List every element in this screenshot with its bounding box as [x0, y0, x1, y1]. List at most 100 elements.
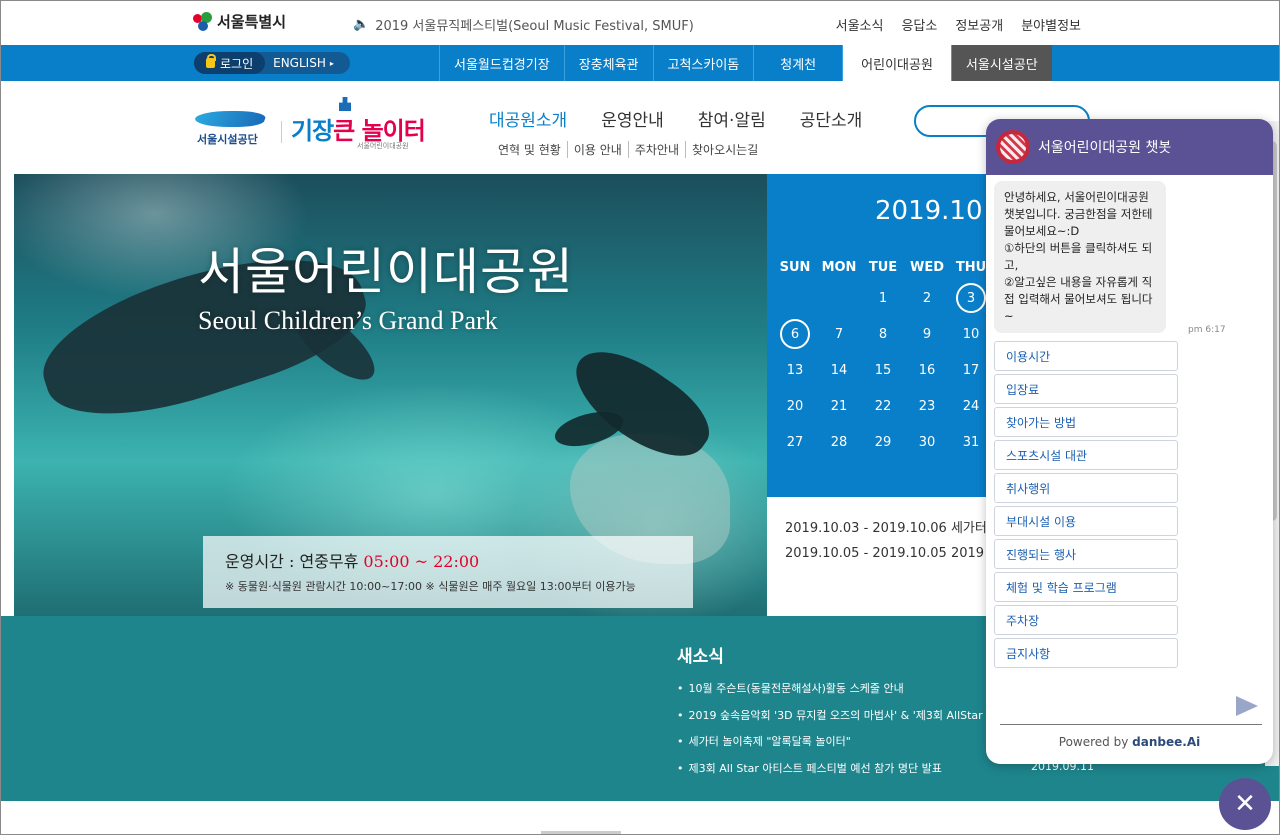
wave-logo-icon — [192, 111, 268, 127]
tab-seoul-facilities[interactable]: 서울시설공단 — [950, 45, 1052, 81]
quick-reply-programs[interactable]: 체험 및 학습 프로그램 — [994, 572, 1178, 602]
notice-text: 2019 서울뮤직페스티벌(Seoul Music Festival, SMUF… — [375, 19, 694, 34]
calendar-day — [817, 280, 861, 316]
venue-bar: 로그인 ENGLISH ▸ 서울월드컵경기장 장충체육관 고척스카이돔 청계천 … — [1, 45, 1279, 81]
chatbot-greeting: 안녕하세요, 서울어린이대공원 챗봇입니다. 궁금한점을 저한테 물어보세요~:… — [994, 181, 1166, 333]
subnav-usage[interactable]: 이용 안내 — [566, 141, 628, 158]
nav-corporation[interactable]: 공단소개 — [800, 106, 863, 131]
send-icon[interactable] — [1236, 696, 1258, 716]
tab-childrens-park[interactable]: 어린이대공원 — [842, 45, 951, 81]
tab-gocheok-skydome[interactable]: 고척스카이돔 — [652, 45, 754, 81]
park-logo[interactable]: 기장큰 놀이터 서울어린이대공원 — [291, 97, 431, 153]
calendar-day[interactable]: 30 — [905, 424, 949, 460]
chatbot-title: 서울어린이대공원 챗봇 — [1038, 140, 1172, 156]
chat-message-input[interactable] — [1000, 724, 1262, 725]
tab-cheonggyecheon[interactable]: 청계천 — [753, 45, 842, 81]
weekday-mon: MON — [821, 259, 857, 275]
subnav-directions[interactable]: 찾아오시는길 — [685, 141, 764, 158]
nav-participation[interactable]: 참여·알림 — [698, 106, 766, 131]
calendar-day[interactable]: 13 — [773, 352, 817, 388]
chatbot-powered-by: Powered by danbee.Ai — [986, 735, 1273, 749]
quick-reply-cooking[interactable]: 취사행위 — [994, 473, 1178, 503]
calendar-day[interactable]: 20 — [773, 388, 817, 424]
hours-time: 05:00 ~ 22:00 — [363, 552, 480, 571]
seoul-facilities-logo[interactable]: 서울시설공단 — [192, 109, 269, 153]
calendar-day[interactable]: 1 — [861, 280, 905, 316]
speaker-icon: 🔈 — [353, 17, 370, 32]
subnav-parking[interactable]: 주차안내 — [627, 141, 685, 158]
top-link-response[interactable]: 응답소 — [901, 15, 937, 34]
chatbot-close-button[interactable]: ✕ — [1219, 778, 1271, 830]
park-logo-sub: 서울어린이대공원 — [357, 142, 409, 150]
calendar-day[interactable]: 7 — [817, 316, 861, 352]
login-button[interactable]: 로그인 — [194, 52, 266, 74]
news-item[interactable]: 제3회 All Star 아티스트 페스티벌 예선 참가 명단 발표 — [677, 760, 942, 776]
org-name: 서울시설공단 — [197, 133, 258, 146]
chevron-right-icon: ▸ — [329, 58, 334, 68]
calendar-day[interactable]: 21 — [817, 388, 861, 424]
calendar-day[interactable]: 9 — [905, 316, 949, 352]
news-item[interactable]: 세가터 놀이축제 "알록달록 놀이터" — [677, 733, 851, 749]
seoul-logo-icon — [193, 11, 213, 32]
hours-line: 운영시간 : 연중무휴 05:00 ~ 22:00 — [225, 548, 671, 572]
quick-reply-facilities[interactable]: 부대시설 이용 — [994, 506, 1178, 536]
quick-reply-parking[interactable]: 주차장 — [994, 605, 1178, 635]
calendar-day-label: 6 — [780, 319, 810, 349]
page-frame: 서울특별시 🔈 2019 서울뮤직페스티벌(Seoul Music Festiv… — [0, 0, 1280, 835]
calendar-day[interactable]: 14 — [817, 352, 861, 388]
calendar-day[interactable]: 15 — [861, 352, 905, 388]
nav-operation[interactable]: 운영안내 — [601, 106, 664, 131]
calendar-day — [773, 280, 817, 316]
quick-reply-admission[interactable]: 입장료 — [994, 374, 1178, 404]
quick-reply-events[interactable]: 진행되는 행사 — [994, 539, 1178, 569]
news-item[interactable]: 10월 주슨트(동물전문해설사)활동 스케줄 안내 — [677, 680, 904, 696]
calendar-day[interactable]: 27 — [773, 424, 817, 460]
close-icon: ✕ — [1234, 789, 1256, 819]
seoul-city-logo[interactable]: 서울특별시 — [193, 11, 286, 32]
top-link-news[interactable]: 서울소식 — [836, 15, 884, 34]
event-item[interactable]: 2019.10.03 - 2019.10.06 세가터 놀 — [785, 517, 997, 536]
event-calendar: 2019.10 SUN MON TUE WED THU 1 2 3 6 7 8 … — [767, 174, 997, 497]
calendar-day[interactable]: 23 — [905, 388, 949, 424]
hero-title-ko: 서울어린이대공원 — [198, 243, 574, 301]
calendar-day[interactable]: 29 — [861, 424, 905, 460]
top-link-disclosure[interactable]: 정보공개 — [955, 15, 1003, 34]
calendar-day[interactable]: 2 — [905, 280, 949, 316]
top-links: 서울소식 응답소 정보공개 분야별정보 — [836, 15, 1081, 34]
powered-brand[interactable]: danbee.Ai — [1132, 735, 1200, 749]
tab-jangchung-arena[interactable]: 장충체육관 — [563, 45, 653, 81]
calendar-weekdays: SUN MON TUE WED THU — [773, 254, 997, 280]
calendar-day-event[interactable]: 6 — [773, 316, 817, 352]
news-item[interactable]: 2019 숲속음악회 '3D 뮤지컬 오즈의 마법사' & '제3회 AllSt… — [677, 707, 997, 723]
calendar-week: 13 14 15 16 17 — [773, 352, 997, 388]
venue-tabs: 서울월드컵경기장 장충체육관 고척스카이돔 청계천 어린이대공원 서울시설공단 — [439, 45, 1052, 81]
subnav-history[interactable]: 연혁 및 현황 — [498, 141, 567, 158]
tab-world-cup-stadium[interactable]: 서울월드컵경기장 — [439, 45, 564, 81]
login-language-pill: 로그인 ENGLISH ▸ — [194, 52, 350, 74]
weekday-tue: TUE — [868, 259, 898, 275]
quick-reply-hours[interactable]: 이용시간 — [994, 341, 1178, 371]
nav-park-intro[interactable]: 대공원소개 — [489, 106, 567, 131]
login-label: 로그인 — [220, 56, 254, 71]
quick-reply-prohibited[interactable]: 금지사항 — [994, 638, 1178, 668]
calendar-day[interactable]: 22 — [861, 388, 905, 424]
top-link-fields[interactable]: 분야별정보 — [1021, 15, 1081, 34]
news-title: 새소식 — [677, 647, 724, 667]
calendar-week: 20 21 22 23 24 — [773, 388, 997, 424]
quick-reply-directions[interactable]: 찾아가는 방법 — [994, 407, 1178, 437]
calendar-week: 1 2 3 — [773, 280, 997, 316]
event-item[interactable]: 2019.10.05 - 2019.10.05 2019 서 — [785, 542, 997, 561]
quick-reply-sports-rental[interactable]: 스포츠시설 대관 — [994, 440, 1178, 470]
calendar-week: 6 7 8 9 10 — [773, 316, 997, 352]
calendar-day[interactable]: 28 — [817, 424, 861, 460]
chatbot-avatar — [996, 130, 1030, 164]
weekday-wed: WED — [909, 259, 944, 275]
powered-prefix: Powered by — [1058, 735, 1129, 749]
english-button[interactable]: ENGLISH ▸ — [265, 56, 342, 70]
top-notice[interactable]: 🔈 2019 서울뮤직페스티벌(Seoul Music Festival, SM… — [353, 15, 694, 34]
sub-nav: 연혁 및 현황 이용 안내 주차안내 찾아오시는길 — [498, 141, 764, 158]
calendar-day[interactable]: 16 — [905, 352, 949, 388]
calendar-day[interactable]: 8 — [861, 316, 905, 352]
hero-title-en: Seoul Children’s Grand Park — [198, 306, 498, 335]
hero-banner: 서울어린이대공원 Seoul Children’s Grand Park 운영시… — [14, 174, 767, 616]
